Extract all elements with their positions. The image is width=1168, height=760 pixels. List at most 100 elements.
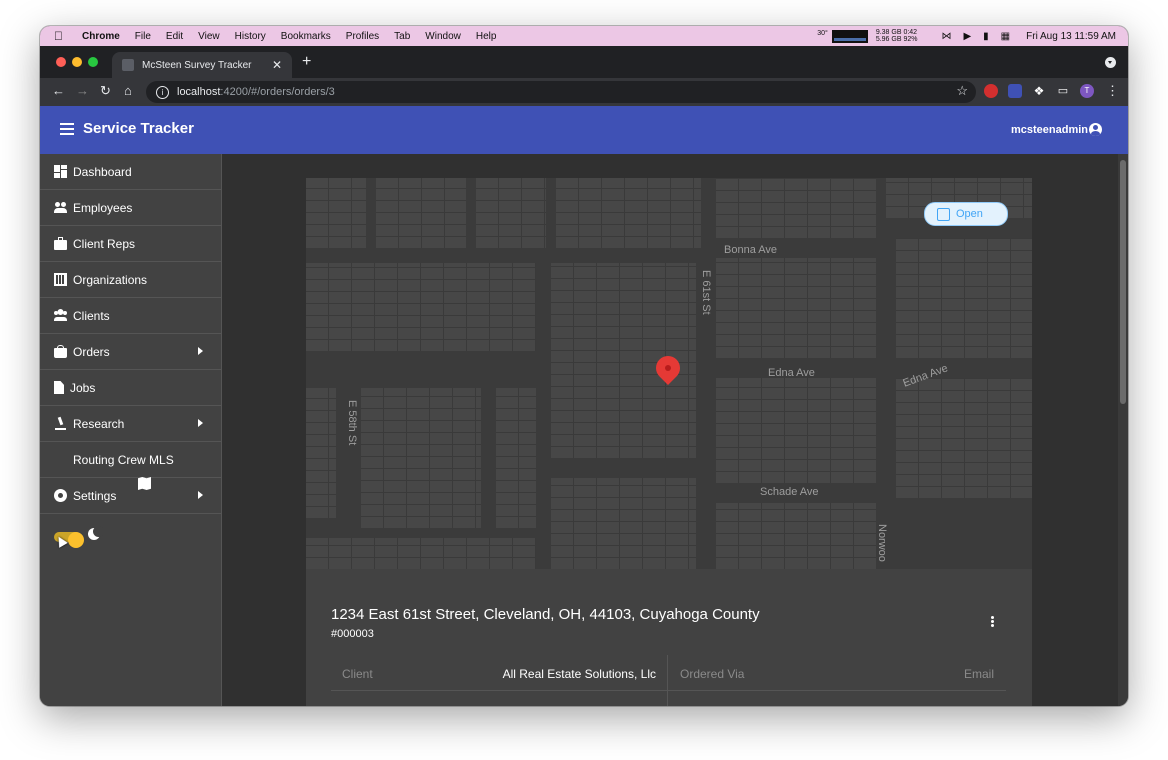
menu-profiles[interactable]: Profiles: [346, 31, 379, 42]
main-scrollbar[interactable]: [1118, 154, 1128, 706]
sidebar-item-orders[interactable]: Orders: [40, 334, 221, 370]
calendar-icon: [937, 207, 950, 221]
menu-file[interactable]: File: [135, 31, 151, 42]
play-icon[interactable]: ▶: [963, 31, 971, 42]
menu-tab[interactable]: Tab: [394, 31, 410, 42]
chevron-right-icon: [198, 347, 203, 355]
extension-shield-icon[interactable]: [1008, 84, 1022, 98]
sidebar-item-routing-crew-mls[interactable]: Routing Crew MLS: [40, 442, 221, 490]
browser-menu-icon[interactable]: ⋮: [1106, 83, 1119, 99]
status-chip-open[interactable]: Open: [924, 202, 1008, 226]
url-path: :4200/#/orders/orders/3: [220, 86, 335, 98]
sidebar-item-label: Clients: [73, 308, 110, 323]
window-controls: [56, 57, 104, 67]
sidebar-item-label: Research: [73, 416, 125, 431]
new-tab-button[interactable]: +: [302, 53, 311, 71]
people-icon: [54, 201, 67, 214]
menu-history[interactable]: History: [235, 31, 266, 42]
more-vert-icon[interactable]: [991, 616, 994, 619]
menu-bookmarks[interactable]: Bookmarks: [281, 31, 331, 42]
battery-icon[interactable]: ▮: [983, 31, 989, 42]
browser-tab[interactable]: McSteen Survey Tracker ✕: [112, 52, 292, 78]
menu-view[interactable]: View: [198, 31, 220, 42]
scrollbar-thumb[interactable]: [1120, 160, 1126, 404]
gear-icon: [54, 489, 67, 502]
memory-readout: 9.38 GB 0:42 5.96 GB 92%: [876, 29, 918, 43]
sidebar-item-label: Organizations: [73, 272, 148, 287]
sidebar-item-label: Jobs: [70, 380, 96, 395]
menu-help[interactable]: Help: [476, 31, 497, 42]
order-address: 1234 East 61st Street, Cleveland, OH, 44…: [331, 606, 760, 623]
reload-icon[interactable]: ↻: [100, 83, 111, 99]
sidebar-item-jobs[interactable]: Jobs: [40, 370, 221, 406]
briefcase-icon: [54, 237, 67, 250]
extensions-puzzle-icon[interactable]: ❖: [1032, 84, 1046, 98]
theme-toggle-thumb[interactable]: [68, 532, 84, 548]
zoom-window-button[interactable]: [88, 57, 98, 67]
profile-avatar[interactable]: T: [1080, 84, 1094, 98]
sidebar-item-employees[interactable]: Employees: [40, 190, 221, 226]
home-icon[interactable]: ⌂: [124, 83, 132, 98]
minimize-window-button[interactable]: [72, 57, 82, 67]
main-content: Bonna Ave E 61st St Edna Ave Edna Ave E …: [222, 154, 1118, 706]
bookmark-star-icon[interactable]: ☆: [956, 83, 968, 99]
order-details-card: 1234 East 61st Street, Cleveland, OH, 44…: [306, 569, 1032, 706]
url-host: localhost: [177, 86, 221, 98]
sidebar-item-dashboard[interactable]: Dashboard: [40, 154, 221, 190]
ordered-via-underline: [668, 690, 1006, 691]
control-center-icon[interactable]: ▦: [1001, 31, 1010, 42]
browser-window:  Chrome File Edit View History Bookmark…: [40, 26, 1128, 706]
sidebar-item-client-reps[interactable]: Client Reps: [40, 226, 221, 262]
order-map[interactable]: Bonna Ave E 61st St Edna Ave Edna Ave E …: [306, 178, 1032, 569]
mac-menubar:  Chrome File Edit View History Bookmark…: [40, 26, 1128, 46]
ordered-via-label: Ordered Via: [680, 667, 745, 681]
extension-red-icon[interactable]: [984, 84, 998, 98]
sidebar-item-label: Routing Crew MLS: [73, 452, 174, 467]
memory-line-1: 9.38 GB 0:42: [875, 29, 918, 36]
close-window-button[interactable]: [56, 57, 66, 67]
sidebar: Dashboard Employees Client Reps Organiza…: [40, 154, 222, 706]
street-label-bonna: Bonna Ave: [724, 244, 778, 256]
field-divider: [667, 655, 668, 706]
tab-search-icon[interactable]: [1105, 57, 1116, 68]
status-chip-label: Open: [956, 208, 983, 220]
dashboard-icon: [54, 165, 67, 178]
sidebar-item-label: Settings: [73, 488, 117, 503]
client-value: All Real Estate Solutions, Llc: [502, 667, 656, 681]
bowtie-icon[interactable]: ⋈: [941, 31, 951, 42]
site-info-icon[interactable]: i: [156, 85, 169, 99]
street-label-edna: Edna Ave: [768, 367, 815, 379]
menu-app[interactable]: Chrome: [82, 31, 120, 42]
hamburger-menu-icon[interactable]: [60, 123, 74, 135]
ordered-via-value: Email: [963, 667, 994, 681]
group-icon: [54, 309, 67, 322]
building-icon: [54, 273, 67, 286]
moon-icon: [88, 526, 104, 540]
sidebar-item-clients[interactable]: Clients: [40, 298, 221, 334]
username[interactable]: mcsteenadmin: [1011, 124, 1088, 136]
order-number: #000003: [331, 628, 374, 640]
apple-icon[interactable]: : [54, 29, 70, 43]
sidebar-item-organizations[interactable]: Organizations: [40, 262, 221, 298]
address-bar[interactable]: i localhost:4200/#/orders/orders/3 ☆: [146, 81, 976, 103]
back-icon[interactable]: ←: [52, 83, 65, 98]
sidebar-item-research[interactable]: Research: [40, 406, 221, 442]
chevron-right-icon: [198, 419, 203, 427]
sidebar-item-settings[interactable]: Settings: [40, 478, 221, 514]
microscope-icon: [54, 417, 67, 430]
close-tab-icon[interactable]: ✕: [272, 58, 282, 72]
account-circle-icon[interactable]: [1089, 123, 1102, 136]
app-header: Service Tracker mcsteenadmin: [40, 106, 1128, 154]
menu-edit[interactable]: Edit: [166, 31, 183, 42]
sidebar-item-label: Client Reps: [73, 236, 136, 251]
cpu-graph: [831, 29, 868, 43]
menubar-clock[interactable]: Fri Aug 13 11:59 AM: [1026, 31, 1116, 42]
app-title: Service Tracker: [83, 120, 194, 137]
favicon-icon: [122, 59, 134, 71]
menu-window[interactable]: Window: [425, 31, 461, 42]
client-underline: [331, 690, 667, 691]
temperature-readout: 30°: [817, 29, 828, 37]
url-text[interactable]: localhost:4200/#/orders/orders/3: [177, 86, 335, 98]
forward-icon[interactable]: →: [76, 83, 89, 98]
cast-icon[interactable]: ▭: [1056, 84, 1070, 98]
